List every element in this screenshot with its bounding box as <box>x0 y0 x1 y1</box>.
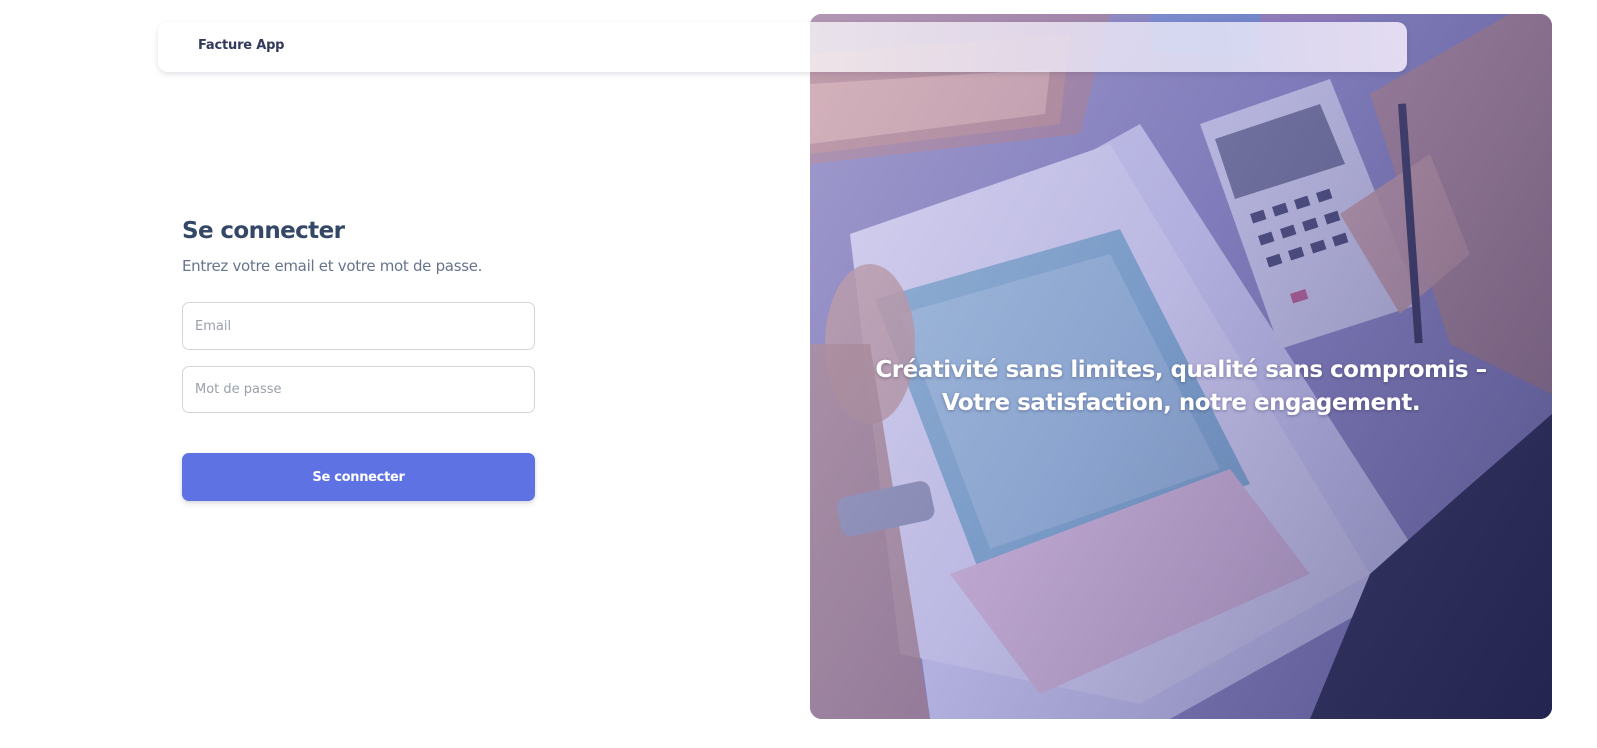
email-field[interactable] <box>182 302 535 350</box>
hero-tagline-line1: Créativité sans limites, qualité sans co… <box>875 357 1487 383</box>
hero-tagline-line2: Votre satisfaction, notre engagement. <box>941 390 1421 416</box>
login-subtitle: Entrez votre email et votre mot de passe… <box>182 257 483 275</box>
top-navbar: Facture App <box>158 22 1407 72</box>
password-field[interactable] <box>182 366 535 413</box>
hero-tagline: Créativité sans limites, qualité sans co… <box>810 354 1552 420</box>
brand-link[interactable]: Facture App <box>198 38 284 53</box>
login-form: Se connecter Entrez votre email et votre… <box>182 216 535 501</box>
hero-panel: Créativité sans limites, qualité sans co… <box>810 14 1552 719</box>
sign-in-button[interactable]: Se connecter <box>182 453 535 501</box>
login-title: Se connecter <box>182 218 345 244</box>
login-page: Créativité sans limites, qualité sans co… <box>0 0 1597 748</box>
